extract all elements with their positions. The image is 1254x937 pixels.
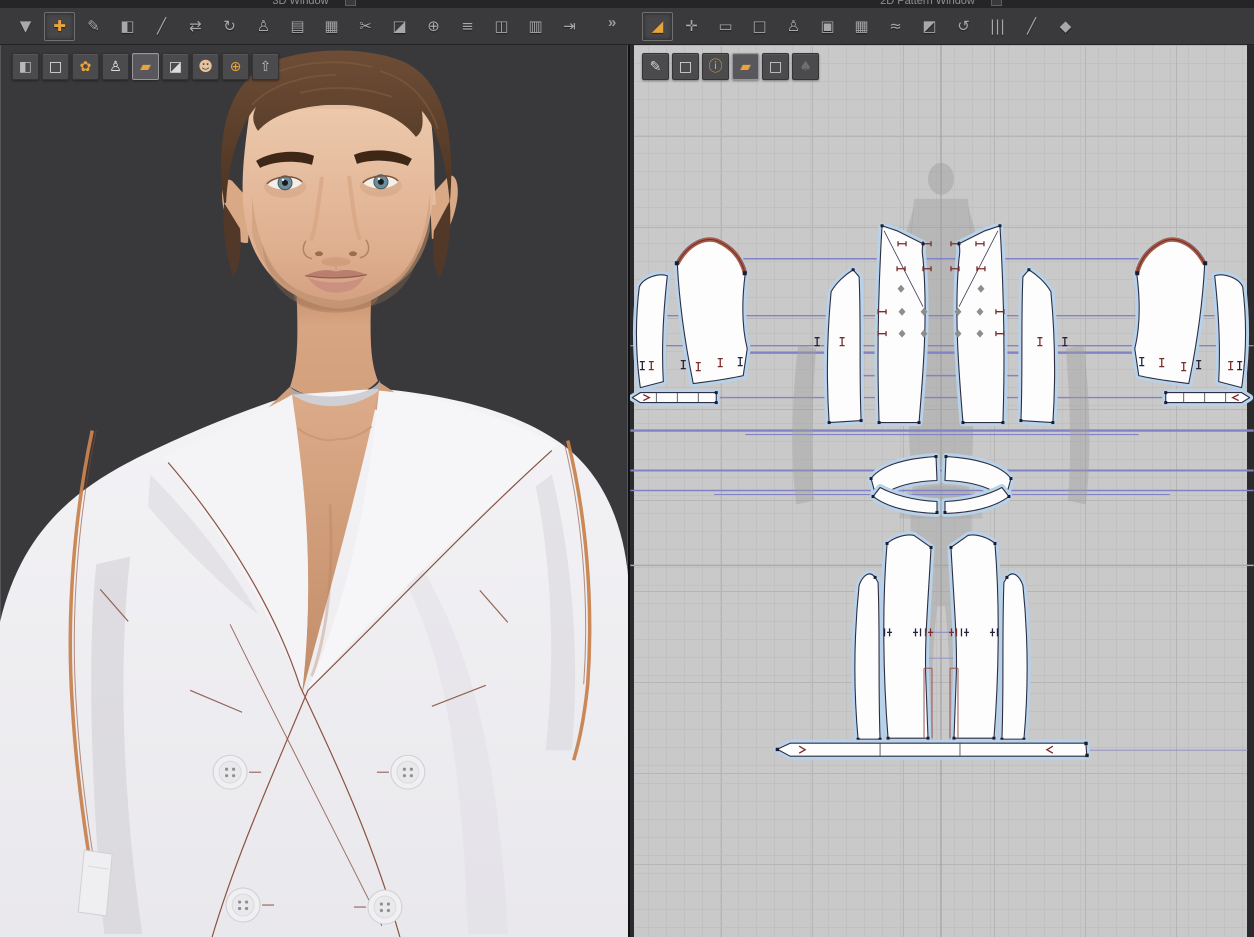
tool2d-pleats[interactable]: ||| [982, 12, 1013, 41]
tool2d-finished-garment[interactable]: ◆ [1050, 12, 1081, 41]
tool3d-simulate[interactable]: ▼ [10, 12, 41, 41]
vp3d-show-trims[interactable]: ✿ [72, 53, 99, 80]
right-window-title: 2D Pattern Window [880, 0, 975, 7]
vp3d-show-wireframe-globe[interactable]: ⊕ [222, 53, 249, 80]
left-window-title: 3D Window [272, 0, 329, 7]
tool2d-transform-pattern[interactable]: ◢ [642, 11, 673, 41]
vp3d-show-fabric[interactable]: ▰ [132, 53, 159, 80]
tool3d-select-garment[interactable]: ◧ [112, 12, 143, 41]
pattern-cuff-strap[interactable] [630, 389, 720, 407]
vp2d-measure-2d[interactable]: ♠ [792, 53, 819, 80]
toolbar-3d: ▼ ✚ ✎ ◧ ╱ ⇄ ↻ ♙ ▤ ▦ ✂ ◪ ⊕ ≡ ◫ ▥ ⇥ [10, 10, 585, 42]
tool3d-avatar-tape[interactable]: ♙ [248, 12, 279, 41]
tool3d-select-pen[interactable]: ✎ [78, 12, 109, 41]
vp2d-pattern-information[interactable]: ⓘ [702, 53, 729, 80]
tool3d-pleat-pin[interactable]: ⇥ [554, 12, 585, 41]
title-3d-window: 3D Window [0, 0, 628, 8]
pattern-main-sleeve[interactable] [673, 237, 751, 388]
detach-window-icon[interactable] [990, 0, 1002, 6]
tool2d-show-garment[interactable]: ◩ [914, 12, 945, 41]
tool2d-internal-line[interactable]: ╱ [1016, 12, 1047, 41]
pattern-2d-scene[interactable] [630, 45, 1254, 937]
tool2d-create-rectangle[interactable]: □ [744, 12, 775, 41]
avatar-3d-scene[interactable] [0, 45, 628, 937]
tool3d-scissors[interactable]: ✂ [350, 12, 381, 41]
tool3d-press-fold[interactable]: ◫ [486, 12, 517, 41]
vp3d-show-garment-3d[interactable]: ◧ [12, 53, 39, 80]
vp2d-lock-pattern[interactable]: □ [762, 53, 789, 80]
tool2d-grading-grid[interactable]: ▦ [846, 12, 877, 41]
tool2d-sew-free[interactable]: ↺ [948, 12, 979, 41]
detach-window-icon[interactable] [344, 0, 356, 6]
tool3d-sewing[interactable]: ▤ [282, 12, 313, 41]
tool3d-sew-machine[interactable]: ◪ [384, 12, 415, 41]
tool3d-texture-grid[interactable]: ▦ [316, 12, 347, 41]
vp3d-show-avatar[interactable]: ♙ [102, 53, 129, 80]
tool3d-pin[interactable]: ╱ [146, 12, 177, 41]
window-title-strip: 3D Window 2D Pattern Window [0, 0, 1254, 8]
tool2d-create-polygon[interactable]: ▭ [710, 12, 741, 41]
pattern-back-side[interactable] [851, 570, 884, 743]
vp3d-show-measurements[interactable]: ⇧ [252, 53, 279, 80]
belt-strap [77, 849, 113, 917]
tool3d-rearrange[interactable]: ↻ [214, 12, 245, 41]
pattern-under-sleeve[interactable] [632, 271, 671, 392]
vp2d-fold-arrangement[interactable]: ▰ [732, 53, 759, 80]
vp3d-show-cloth[interactable]: ◪ [162, 53, 189, 80]
viewport-2d[interactable]: ✎ □ ⓘ ▰ □ ♠ [630, 45, 1254, 937]
tool3d-fabric-layer[interactable]: ▥ [520, 12, 551, 41]
viewport-3d[interactable]: ◧ □ ✿ ♙ ▰ ◪ ☻ ⊕ ⇧ [0, 45, 628, 937]
vp2d-show-stitches[interactable]: ✎ [642, 53, 669, 80]
pattern-pieces-left[interactable] [630, 222, 941, 743]
garment-design-app: 3D Window 2D Pattern Window ▼ ✚ ✎ ◧ ╱ ⇄ ↻ ♙ ▤ ▦ ✂ ◪… [0, 0, 1254, 937]
toolbar-3d-overflow-icon[interactable]: » [608, 14, 616, 31]
tool3d-button-fastener[interactable]: ⊕ [418, 12, 449, 41]
tool2d-trace-pattern[interactable]: ▣ [812, 12, 843, 41]
tool3d-zipper[interactable]: ≡ [452, 12, 483, 41]
title-2d-pattern-window: 2D Pattern Window [628, 0, 1254, 8]
vp3d-show-head[interactable]: ☻ [192, 53, 219, 80]
vp2d-show-garment-2d[interactable]: □ [672, 53, 699, 80]
pattern-belt[interactable] [773, 739, 1091, 760]
main-toolbar-row: ▼ ✚ ✎ ◧ ╱ ⇄ ↻ ♙ ▤ ▦ ✂ ◪ ⊕ ≡ ◫ ▥ ⇥ » ◢ ✛ ▭ □ ♙ ▣ ▦ ≈ ◩ ↺ ||| ╱ ◆ [0, 8, 1254, 45]
pattern-front-bodice[interactable] [874, 222, 932, 427]
vp3d-show-garment-white[interactable]: □ [42, 53, 69, 80]
tool3d-flip-garment[interactable]: ⇄ [180, 12, 211, 41]
tool2d-steam-iron[interactable]: ≈ [880, 12, 911, 41]
tool2d-avatar-silhouette[interactable]: ♙ [778, 12, 809, 41]
viewport-3d-display-toolbar: ◧ □ ✿ ♙ ▰ ◪ ☻ ⊕ ⇧ [12, 53, 279, 80]
toolbar-2d: ◢ ✛ ▭ □ ♙ ▣ ▦ ≈ ◩ ↺ ||| ╱ ◆ [642, 10, 1081, 42]
tool3d-select-move[interactable]: ✚ [44, 11, 75, 41]
viewport-2d-display-toolbar: ✎ □ ⓘ ▰ □ ♠ [642, 53, 819, 80]
tool2d-edit-pattern[interactable]: ✛ [676, 12, 707, 41]
